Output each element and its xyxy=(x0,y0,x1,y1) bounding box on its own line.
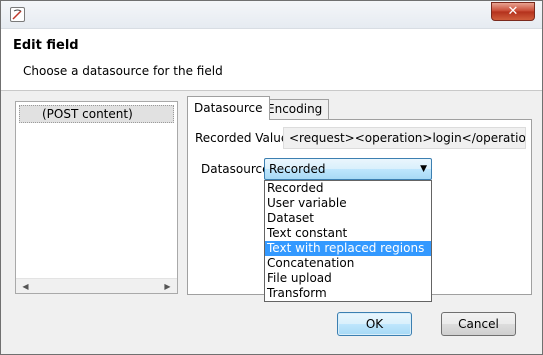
datasource-dropdown: Recorded User variable Dataset Text cons… xyxy=(264,180,432,302)
dialog-subtitle: Choose a datasource for the field xyxy=(23,64,223,78)
option-dataset[interactable]: Dataset xyxy=(265,211,431,226)
datasource-select[interactable]: Recorded ▼ xyxy=(264,158,432,180)
option-recorded[interactable]: Recorded xyxy=(265,181,431,196)
field-list[interactable]: (POST content) ◀ ▶ xyxy=(15,101,178,294)
cancel-button[interactable]: Cancel xyxy=(441,312,516,336)
recorded-value-field[interactable]: <request><operation>login</operation><u xyxy=(283,127,526,149)
title-bar: ✕ xyxy=(1,1,542,29)
edit-field-dialog: ✕ Edit field Choose a datasource for the… xyxy=(0,0,543,355)
option-concatenation[interactable]: Concatenation xyxy=(265,256,431,271)
close-button[interactable]: ✕ xyxy=(491,2,535,21)
option-file-upload[interactable]: File upload xyxy=(265,271,431,286)
app-icon xyxy=(10,7,25,22)
option-user-variable[interactable]: User variable xyxy=(265,196,431,211)
chevron-down-icon[interactable]: ▼ xyxy=(420,159,427,179)
recorded-value-label: Recorded Value xyxy=(195,131,289,145)
dialog-header: Edit field Choose a datasource for the f… xyxy=(1,29,542,91)
tab-encoding[interactable]: Encoding xyxy=(260,99,330,120)
option-text-constant[interactable]: Text constant xyxy=(265,226,431,241)
scroll-right-icon[interactable]: ▶ xyxy=(160,279,175,294)
list-item[interactable]: (POST content) xyxy=(19,105,174,123)
horizontal-scrollbar[interactable]: ◀ ▶ xyxy=(16,278,177,293)
datasource-selected-value: Recorded xyxy=(269,162,326,176)
ok-button[interactable]: OK xyxy=(337,312,412,336)
scroll-left-icon[interactable]: ◀ xyxy=(18,279,33,294)
dialog-title: Edit field xyxy=(13,38,79,53)
close-icon: ✕ xyxy=(507,4,519,19)
datasource-label: Datasource xyxy=(201,162,270,176)
option-text-with-replaced-regions[interactable]: Text with replaced regions xyxy=(265,241,431,256)
option-transform[interactable]: Transform xyxy=(265,286,431,301)
tab-datasource[interactable]: Datasource xyxy=(187,96,270,120)
